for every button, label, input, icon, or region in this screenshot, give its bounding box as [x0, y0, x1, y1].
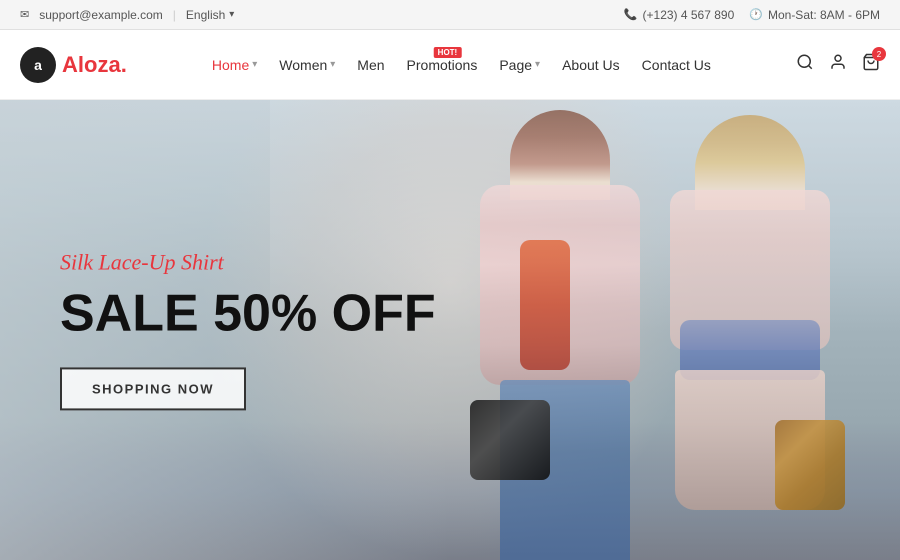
- phone-number: (+123) 4 567 890: [643, 8, 735, 22]
- nav-item-page[interactable]: Page ▾: [499, 57, 540, 73]
- nav-label-contact: Contact Us: [642, 57, 711, 73]
- nav-item-men[interactable]: Men: [357, 57, 384, 73]
- header-icons: 2: [796, 53, 880, 76]
- header: a Aloza. Home ▾ Women ▾ Men HOT! Promoti…: [0, 30, 900, 100]
- nav-label-home: Home: [212, 57, 249, 73]
- phone-area: 📞 (+123) 4 567 890: [624, 8, 734, 22]
- chevron-down-icon: ▾: [252, 59, 257, 70]
- email-text: support@example.com: [39, 8, 163, 22]
- language-text: English: [186, 8, 225, 22]
- nav-label-men: Men: [357, 57, 384, 73]
- hero-section: Silk Lace-Up Shirt SALE 50% OFF SHOPPING…: [0, 100, 900, 560]
- nav-label-promotions: Promotions: [407, 57, 478, 73]
- nav-item-home[interactable]: Home ▾: [212, 57, 257, 73]
- nav-label-women: Women: [279, 57, 327, 73]
- search-button[interactable]: [796, 53, 814, 76]
- language-selector[interactable]: English ▾: [186, 8, 234, 22]
- hours-text: Mon-Sat: 8AM - 6PM: [768, 8, 880, 22]
- nav-item-about[interactable]: About Us: [562, 57, 620, 73]
- top-bar-left: ✉ support@example.com | English ▾: [20, 8, 234, 22]
- nav-item-women[interactable]: Women ▾: [279, 57, 335, 73]
- account-button[interactable]: [829, 53, 847, 76]
- hero-subtitle: Silk Lace-Up Shirt: [60, 249, 436, 275]
- woman-left-area: [460, 100, 660, 560]
- chevron-down-icon: ▾: [330, 59, 335, 70]
- handbag-right: [775, 420, 845, 510]
- nav-label-page: Page: [499, 57, 532, 73]
- logo-icon: a: [20, 47, 56, 83]
- cart-button[interactable]: 2: [862, 53, 880, 76]
- hero-content: Silk Lace-Up Shirt SALE 50% OFF SHOPPING…: [60, 249, 436, 410]
- logo-text: Aloza.: [62, 52, 127, 78]
- divider: |: [173, 8, 176, 22]
- nav-item-contact[interactable]: Contact Us: [642, 57, 711, 73]
- mail-icon: ✉: [20, 8, 29, 21]
- nav-label-about: About Us: [562, 57, 620, 73]
- hours-area: 🕐 Mon-Sat: 8AM - 6PM: [749, 8, 880, 22]
- woman-right-area: [650, 100, 850, 560]
- hero-title: SALE 50% OFF: [60, 285, 436, 342]
- main-nav: Home ▾ Women ▾ Men HOT! Promotions Page …: [212, 57, 711, 73]
- hot-badge: HOT!: [434, 47, 462, 58]
- chevron-down-icon: ▾: [229, 9, 234, 20]
- cart-count-badge: 2: [872, 47, 886, 61]
- clock-icon: 🕐: [749, 8, 763, 21]
- logo[interactable]: a Aloza.: [20, 47, 127, 83]
- logo-letter: a: [34, 57, 42, 73]
- nav-item-promotions[interactable]: HOT! Promotions: [407, 57, 478, 73]
- phone-icon: 📞: [624, 8, 638, 21]
- handbag-left: [470, 400, 550, 480]
- chevron-down-icon: ▾: [535, 59, 540, 70]
- top-bar: ✉ support@example.com | English ▾ 📞 (+12…: [0, 0, 900, 30]
- top-bar-right: 📞 (+123) 4 567 890 🕐 Mon-Sat: 8AM - 6PM: [624, 8, 880, 22]
- shopping-now-button[interactable]: SHOPPING NOW: [60, 368, 246, 411]
- woman-left-accent: [520, 240, 570, 370]
